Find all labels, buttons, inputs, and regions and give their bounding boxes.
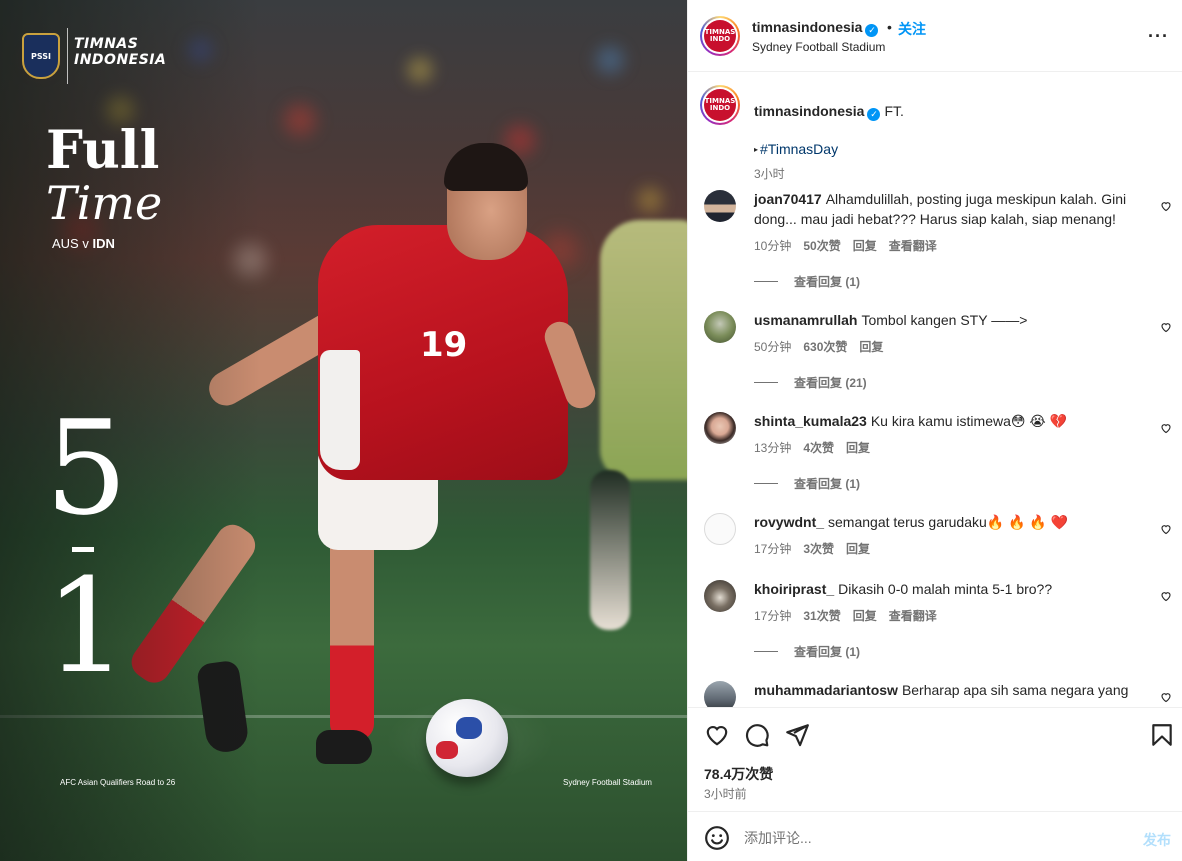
player-boot-right bbox=[316, 730, 372, 764]
comment-likes[interactable]: 50次赞 bbox=[803, 239, 840, 253]
reply-button[interactable]: 回复 bbox=[859, 340, 883, 354]
reply-button[interactable]: 回复 bbox=[846, 441, 870, 455]
add-comment-bar: 发布 bbox=[688, 811, 1182, 861]
comment-username[interactable]: muhammadariantosw bbox=[754, 682, 898, 698]
hashtag-link[interactable]: ▸ #TimnasDay bbox=[754, 141, 838, 157]
comment-heart-icon[interactable] bbox=[1160, 590, 1172, 602]
comment-likes[interactable]: 4次赞 bbox=[803, 441, 834, 455]
post-panel: TIMNAS INDO timnasindonesia ✓ • 关注 Sydney … bbox=[687, 0, 1182, 861]
comment-avatar[interactable] bbox=[704, 412, 736, 444]
verified-icon: ✓ bbox=[867, 108, 881, 121]
comment-username[interactable]: shinta_kumala23 bbox=[754, 413, 867, 429]
comment-avatar[interactable] bbox=[704, 513, 736, 545]
comment-meta: 17分钟 31次赞 回复 查看翻译 bbox=[754, 609, 937, 623]
venue-label: Sydney Football Stadium bbox=[563, 778, 652, 787]
comments-list[interactable]: TIMNAS INDO timnasindonesia ✓ FT. ▸ #TimnasD… bbox=[688, 73, 1182, 707]
comment-likes[interactable]: 31次赞 bbox=[803, 609, 840, 623]
comment-heart-icon[interactable] bbox=[1160, 523, 1172, 535]
post-time: 3小时前 bbox=[704, 787, 747, 801]
comment-meta: 13分钟 4次赞 回复 bbox=[754, 441, 871, 455]
post-comment-button[interactable]: 发布 bbox=[1143, 830, 1171, 850]
comment-username[interactable]: joan70417 bbox=[754, 191, 822, 207]
comment-input[interactable] bbox=[744, 825, 1124, 851]
comment-likes[interactable]: 3次赞 bbox=[803, 542, 834, 556]
caption-avatar[interactable]: TIMNAS INDO bbox=[700, 85, 740, 125]
comment-avatar[interactable] bbox=[704, 681, 736, 707]
comment-icon[interactable] bbox=[744, 722, 770, 748]
comment-heart-icon[interactable] bbox=[1160, 422, 1172, 434]
comment-likes[interactable]: 630次赞 bbox=[803, 340, 847, 354]
comment-text: joan70417 Alhamdulillah, posting juga mes… bbox=[754, 191, 1127, 227]
logo-divider bbox=[67, 28, 68, 84]
comment-heart-icon[interactable] bbox=[1160, 200, 1172, 212]
view-replies-button[interactable]: 查看回复 (1) bbox=[754, 475, 860, 492]
send-icon[interactable] bbox=[784, 722, 810, 748]
heart-icon[interactable] bbox=[704, 722, 730, 748]
comment-heart-icon[interactable] bbox=[1160, 321, 1172, 333]
timnas-logo-text: TIMNAS INDONESIA bbox=[74, 36, 167, 68]
comment-text: usmanamrullah Tombol kangen STY ——> bbox=[754, 312, 1028, 328]
emoji-icon[interactable] bbox=[704, 825, 730, 851]
player-shirt-side bbox=[320, 350, 360, 470]
post-header: TIMNAS INDO timnasindonesia ✓ • 关注 Sydney … bbox=[688, 0, 1182, 72]
more-options-icon[interactable]: ··· bbox=[1148, 26, 1169, 47]
comment-meta: 10分钟 50次赞 回复 查看翻译 bbox=[754, 239, 937, 253]
player-leg-right bbox=[330, 530, 374, 740]
caption-time: 3小时 bbox=[754, 167, 785, 181]
translate-button[interactable]: 查看翻译 bbox=[889, 609, 937, 623]
comment-text: shinta_kumala23 Ku kira kamu istimewa😳 😭 … bbox=[754, 413, 1068, 429]
score-away: 1 bbox=[45, 550, 128, 702]
view-replies-button[interactable]: 查看回复 (21) bbox=[754, 374, 867, 391]
comment-meta: 17分钟 3次赞 回复 bbox=[754, 542, 871, 556]
football bbox=[426, 699, 508, 777]
comment-meta: 50分钟 630次赞 回复 bbox=[754, 340, 884, 354]
full-time-subtitle: Time bbox=[46, 176, 163, 230]
likes-count[interactable]: 78.4万次赞 bbox=[704, 764, 773, 784]
pssi-logo: PSSI bbox=[22, 33, 60, 79]
post-actions: 78.4万次赞 3小时前 bbox=[688, 707, 1182, 811]
full-time-title: Full bbox=[46, 120, 160, 181]
opponent-player-leg bbox=[590, 470, 630, 630]
view-replies-button[interactable]: 查看回复 (1) bbox=[754, 273, 860, 290]
comment-username[interactable]: usmanamrullah bbox=[754, 312, 857, 328]
verified-icon: ✓ bbox=[865, 24, 879, 37]
comment-username[interactable]: rovywdnt_ bbox=[754, 514, 824, 530]
comment-avatar[interactable] bbox=[704, 190, 736, 222]
reply-button[interactable]: 回复 bbox=[853, 239, 877, 253]
translate-button[interactable]: 查看翻译 bbox=[889, 239, 937, 253]
comment-text: rovywdnt_ semangat terus garudaku🔥 🔥 🔥 ❤️ bbox=[754, 514, 1069, 530]
opponent-player bbox=[600, 220, 687, 480]
caption-username[interactable]: timnasindonesia ✓ FT. bbox=[754, 103, 904, 121]
match-label: AUS v IDN bbox=[52, 236, 115, 251]
comment-text: khoiriprast_ Dikasih 0-0 malah minta 5-1 … bbox=[754, 581, 1053, 597]
shirt-number: 19 bbox=[420, 325, 468, 365]
competition-label: AFC Asian Qualifiers Road to 26 bbox=[60, 778, 176, 787]
comment-avatar[interactable] bbox=[704, 580, 736, 612]
post-media[interactable]: 19 PSSI TIMNAS INDONESIA Full Time AUS v… bbox=[0, 0, 687, 861]
header-username[interactable]: timnasindonesia ✓ bbox=[752, 19, 879, 37]
comment-heart-icon[interactable] bbox=[1160, 691, 1172, 703]
follow-button[interactable]: 关注 bbox=[898, 19, 926, 39]
header-dot: • bbox=[887, 19, 892, 35]
bookmark-icon[interactable] bbox=[1149, 722, 1175, 748]
reply-button[interactable]: 回复 bbox=[846, 542, 870, 556]
score-home: 5 bbox=[45, 392, 128, 544]
view-replies-button[interactable]: 查看回复 (1) bbox=[754, 643, 860, 660]
comment-username[interactable]: khoiriprast_ bbox=[754, 581, 834, 597]
reply-button[interactable]: 回复 bbox=[853, 609, 877, 623]
location-link[interactable]: Sydney Football Stadium bbox=[752, 40, 885, 54]
caption-text: FT. bbox=[884, 103, 904, 119]
triangle-icon: ▸ bbox=[754, 145, 759, 154]
comment-avatar[interactable] bbox=[704, 311, 736, 343]
avatar[interactable]: TIMNAS INDO bbox=[700, 16, 740, 56]
comment-text: muhammadariantosw Berharap apa sih sama n… bbox=[754, 682, 1129, 698]
